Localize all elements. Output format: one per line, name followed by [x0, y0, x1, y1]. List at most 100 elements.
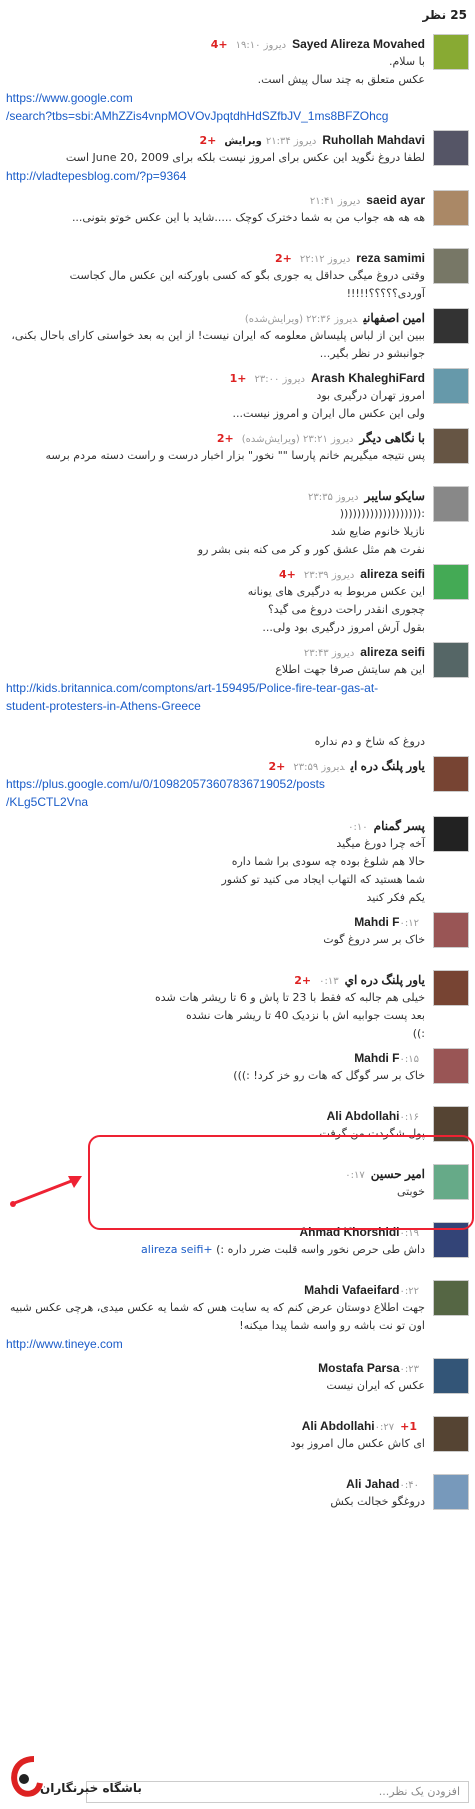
- comment-text: https://plus.google.com/u/0/109820573607…: [6, 775, 425, 811]
- avatar[interactable]: [433, 970, 469, 1006]
- avatar[interactable]: [433, 1048, 469, 1084]
- comment-author[interactable]: Mahdi F: [354, 1051, 399, 1065]
- comment-text: این هم سایتش صرفا جهت اطلاع http://kids.b…: [6, 661, 425, 751]
- comment-time[interactable]: ۰:۱۲: [400, 918, 419, 929]
- avatar[interactable]: [433, 34, 469, 70]
- avatar[interactable]: [433, 368, 469, 404]
- avatar[interactable]: [433, 642, 469, 678]
- comment-time[interactable]: ۰:۴۰: [400, 1480, 419, 1491]
- comment-time[interactable]: دیروز ۲۳:۲۱ (ویرایش‌شده): [242, 434, 354, 445]
- plus-one-count[interactable]: +1: [230, 372, 247, 385]
- comment-link[interactable]: https://plus.google.com/u/0/109820573607…: [6, 775, 425, 793]
- avatar[interactable]: [433, 428, 469, 464]
- plus-one-count[interactable]: +2: [269, 760, 286, 773]
- comment-author[interactable]: Ali Abdollahi: [327, 1109, 400, 1123]
- comment-time[interactable]: دیروز ۲۱:۴۱: [310, 196, 360, 207]
- comment-author[interactable]: با نگاهی دیگر: [359, 431, 425, 445]
- comment-link[interactable]: student-protesters-in-Athens-Greece: [6, 697, 425, 715]
- comment-time[interactable]: ۰:۱۳: [319, 976, 338, 987]
- comment-author[interactable]: Ali Jahad: [346, 1477, 399, 1491]
- comment-link[interactable]: /search?tbs=sbi:AMhZZis4vnpMOVOvJpqtdhHd…: [6, 107, 425, 125]
- comment-author[interactable]: ياور پلنگ دره اي: [351, 759, 425, 773]
- comment-line: ببین این از لباس پلیساش معلومه که ایران …: [11, 329, 425, 342]
- avatar[interactable]: [433, 486, 469, 522]
- comment-time[interactable]: دیروز ۲۲:۳۶ (ویرایش‌شده): [245, 314, 358, 325]
- comment-link[interactable]: http://kids.britannica.com/comptons/art-…: [6, 679, 425, 697]
- comment-meta: با نگاهی دیگر دیروز ۲۳:۲۱ (ویرایش‌شده) +2: [6, 429, 425, 447]
- comment-link[interactable]: http://www.tineye.com: [6, 1335, 425, 1353]
- comment-author[interactable]: Ali Abdollahi: [302, 1419, 375, 1433]
- comment-body: پسر گمنام ۰:۱۰ آخه چرا دورغ میگید حالا هم ش…: [6, 817, 425, 907]
- avatar[interactable]: [433, 1280, 469, 1316]
- comment-line: وقتی دروغ میگی حداقل یه جوری بگو که کسی …: [69, 269, 425, 282]
- comment-author[interactable]: پسر گمنام: [374, 819, 425, 833]
- avatar[interactable]: [433, 1416, 469, 1452]
- plus-one-count[interactable]: +2: [217, 432, 234, 445]
- comment-body: ياور پلنگ دره اي ۰:۱۳ +2 خیلی هم جالبه که ف…: [6, 971, 425, 1043]
- comment-author[interactable]: saeid ayar: [366, 193, 425, 207]
- avatar[interactable]: [433, 190, 469, 226]
- avatar[interactable]: [433, 130, 469, 166]
- avatar[interactable]: [433, 816, 469, 852]
- comment-author[interactable]: Ruhollah Mahdavi: [322, 133, 425, 147]
- comment-meta: پسر گمنام ۰:۱۰: [6, 817, 425, 835]
- plus-one-count[interactable]: +2: [199, 134, 216, 147]
- comment-time[interactable]: دیروز ۲۳:۳۹: [304, 570, 354, 581]
- comment-author[interactable]: alireza seifi: [360, 567, 425, 581]
- comment-time[interactable]: ۰:۲۳: [400, 1364, 419, 1375]
- comment-time[interactable]: دیروز ۲۳:۴۳: [304, 648, 354, 659]
- comment-item: saeid ayar دیروز ۲۱:۴۱ هه هه هه جواب من به…: [6, 188, 469, 243]
- comment-time[interactable]: دیروز ۲۳:۰۰: [255, 374, 305, 385]
- edit-link[interactable]: ویرایش: [224, 136, 262, 147]
- comment-line: یکم فکر کنید: [366, 891, 425, 904]
- comment-item: سایکو سایبر دیروز ۲۳:۳۵:(((((((((((((((((…: [6, 484, 469, 559]
- comment-line: جوانبشو در نظر بگیر...: [319, 347, 425, 360]
- comment-time[interactable]: دیروز ۱۹:۱۰: [236, 40, 286, 51]
- comment-time[interactable]: ۰:۱۶: [400, 1112, 419, 1123]
- avatar[interactable]: [433, 564, 469, 600]
- comment-author[interactable]: ياور پلنگ دره اي: [345, 973, 425, 987]
- avatar[interactable]: [433, 912, 469, 948]
- plus-one-count[interactable]: +2: [275, 252, 292, 265]
- comment-body: Ali Abdollahi۰:۲۷ +1 ای کاش عکس مال امروز …: [6, 1417, 425, 1453]
- comment-time[interactable]: دیروز ۲۲:۱۲: [300, 254, 350, 265]
- comment-line: داش طی حرص نخور واسه قلبت ضرر داره :): [216, 1243, 425, 1256]
- comment-author[interactable]: Mostafa Parsa: [318, 1361, 399, 1375]
- comment-author[interactable]: امین اصفهانی: [363, 311, 425, 325]
- comment-meta: alireza seifi دیروز ۲۳:۴۳: [6, 643, 425, 661]
- comment-text: داش طی حرص نخور واسه قلبت ضرر داره :) +a…: [6, 1241, 425, 1259]
- comment-author[interactable]: Mahdi Vafaeifard: [304, 1283, 399, 1297]
- comment-time[interactable]: ۰:۱۰: [348, 822, 367, 833]
- comment-time[interactable]: ۰:۲۲: [400, 1286, 419, 1297]
- comment-author[interactable]: Sayed Alireza Movahed: [292, 37, 425, 51]
- comment-time[interactable]: دیروز ۲۱:۳۴: [266, 136, 316, 147]
- comment-line: نازیلا خانوم ضایع شد: [330, 525, 425, 538]
- comment-time[interactable]: دیروز ۲۳:۳۵: [308, 492, 358, 503]
- comment-meta: Ali Abdollahi۰:۲۷ +1: [6, 1417, 425, 1435]
- comment-time[interactable]: دیروز ۲۳:۵۹: [293, 762, 344, 773]
- comment-link[interactable]: https://www.google.com: [6, 89, 425, 107]
- avatar[interactable]: [433, 308, 469, 344]
- comment-link[interactable]: /KLg5CTL2Vna: [6, 793, 425, 811]
- comment-author[interactable]: Arash KhaleghiFard: [311, 371, 425, 385]
- comment-author[interactable]: reza samimi: [356, 251, 425, 265]
- mention-link[interactable]: +alireza seifi: [141, 1243, 213, 1256]
- avatar[interactable]: [433, 1358, 469, 1394]
- avatar[interactable]: [433, 1474, 469, 1510]
- plus-one-count[interactable]: +2: [294, 974, 311, 987]
- comment-author[interactable]: Mahdi F: [354, 915, 399, 929]
- comment-line: بقول آرش امروز درگیری بود ولی...: [262, 621, 425, 634]
- comment-author[interactable]: سایکو سایبر: [364, 489, 425, 503]
- plus-one-count[interactable]: +4: [211, 38, 228, 51]
- comment-body: Mostafa Parsa۰:۲۳ عکس که ایران نیست: [6, 1359, 425, 1395]
- comment-line: حالا هم شلوغ بوده چه سودی برا شما داره: [231, 855, 425, 868]
- comment-line: آخه چرا دورغ میگید: [336, 837, 425, 850]
- comment-time[interactable]: ۰:۲۷: [375, 1422, 394, 1433]
- avatar[interactable]: [433, 756, 469, 792]
- comment-time[interactable]: ۰:۱۵: [400, 1054, 419, 1065]
- plus-one-count[interactable]: +1: [400, 1420, 417, 1433]
- plus-one-count[interactable]: +4: [279, 568, 296, 581]
- comment-author[interactable]: alireza seifi: [360, 645, 425, 659]
- avatar[interactable]: [433, 248, 469, 284]
- comment-link[interactable]: http://vladtepesblog.com/?p=9364: [6, 167, 425, 185]
